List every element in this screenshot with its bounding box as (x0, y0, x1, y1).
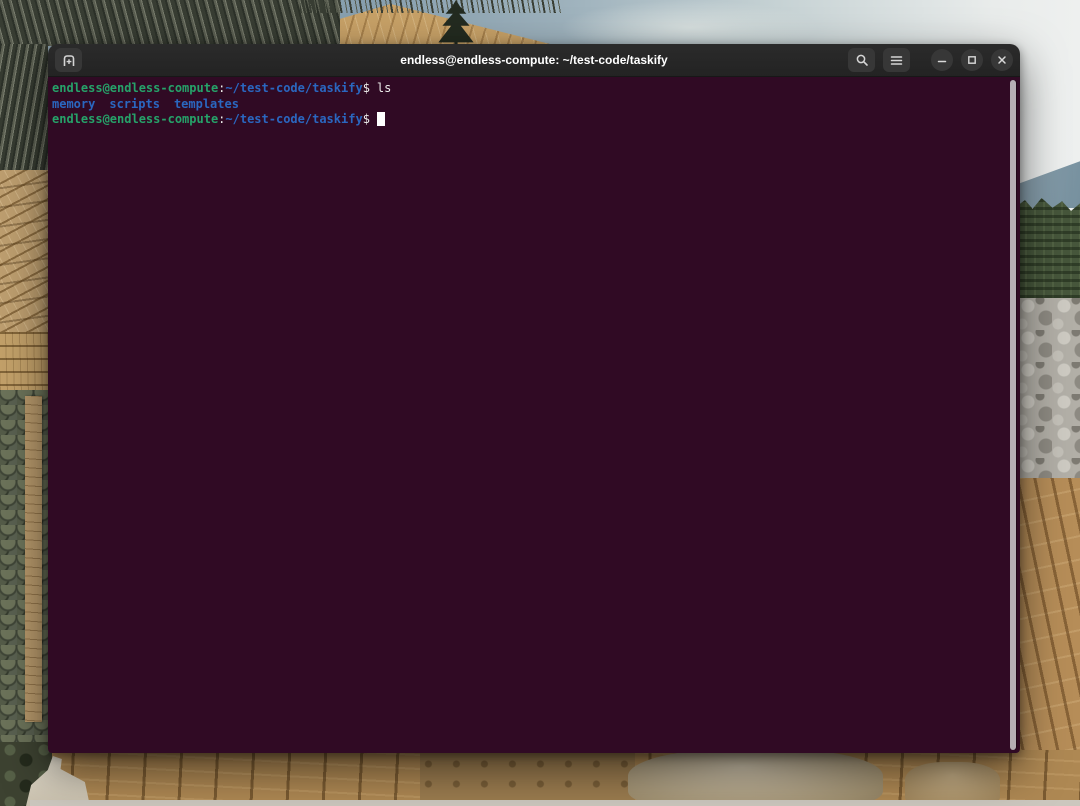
wallpaper-left-post (25, 396, 42, 722)
maximize-button[interactable] (961, 49, 983, 71)
titlebar[interactable]: endless@endless-compute: ~/test-code/tas… (48, 44, 1020, 77)
prompt-symbol: $ (363, 112, 370, 126)
close-button[interactable] (991, 49, 1013, 71)
prompt-symbol: $ (363, 81, 370, 95)
hamburger-menu-icon (890, 55, 903, 66)
terminal-content[interactable]: endless@endless-compute:~/test-code/task… (48, 77, 1020, 753)
ls-entry-directory: scripts (109, 97, 160, 111)
typed-command: ls (377, 81, 391, 95)
terminal-line-prompt-1: endless@endless-compute:~/test-code/task… (52, 81, 1006, 97)
close-icon (997, 55, 1007, 65)
ls-entry-directory: memory (52, 97, 95, 111)
wallpaper-rocky-scree (1016, 298, 1080, 482)
prompt-path: ~/test-code/taskify (225, 112, 362, 126)
desktop-wallpaper: endless@endless-compute: ~/test-code/tas… (0, 0, 1080, 806)
wallpaper-bottom-dirt (420, 752, 635, 806)
wallpaper-branch-thicket (0, 0, 340, 46)
new-tab-button[interactable] (55, 48, 82, 72)
search-icon (855, 53, 869, 67)
maximize-icon (967, 55, 977, 65)
wallpaper-branch-twigs (300, 0, 562, 13)
search-button[interactable] (848, 48, 875, 72)
terminal-window: endless@endless-compute: ~/test-code/tas… (48, 44, 1020, 753)
wallpaper-left-shingles (0, 170, 48, 336)
terminal-scrollbar[interactable] (1010, 80, 1016, 750)
terminal-line-ls-output: memory scripts templates (52, 97, 1006, 113)
prompt-user-host: endless@endless-compute (52, 81, 218, 95)
terminal-line-prompt-2: endless@endless-compute:~/test-code/task… (52, 112, 1006, 128)
ls-entry-directory: templates (174, 97, 239, 111)
wallpaper-light-plank (30, 800, 1080, 806)
wallpaper-left-branches (0, 44, 48, 172)
prompt-user-host: endless@endless-compute (52, 112, 218, 126)
terminal-cursor (377, 112, 385, 126)
wallpaper-pine-forest (1016, 198, 1080, 306)
new-tab-icon (62, 54, 76, 67)
minimize-button[interactable] (931, 49, 953, 71)
menu-button[interactable] (883, 48, 910, 72)
prompt-path: ~/test-code/taskify (225, 81, 362, 95)
wallpaper-mountain-ridge (1016, 156, 1080, 208)
titlebar-actions (848, 48, 1013, 72)
wallpaper-carved-stone (628, 748, 883, 806)
window-title: endless@endless-compute: ~/test-code/tas… (400, 53, 667, 67)
wallpaper-left-beams (0, 332, 48, 394)
minimize-icon (937, 55, 947, 65)
wallpaper-cloud (560, 0, 820, 46)
